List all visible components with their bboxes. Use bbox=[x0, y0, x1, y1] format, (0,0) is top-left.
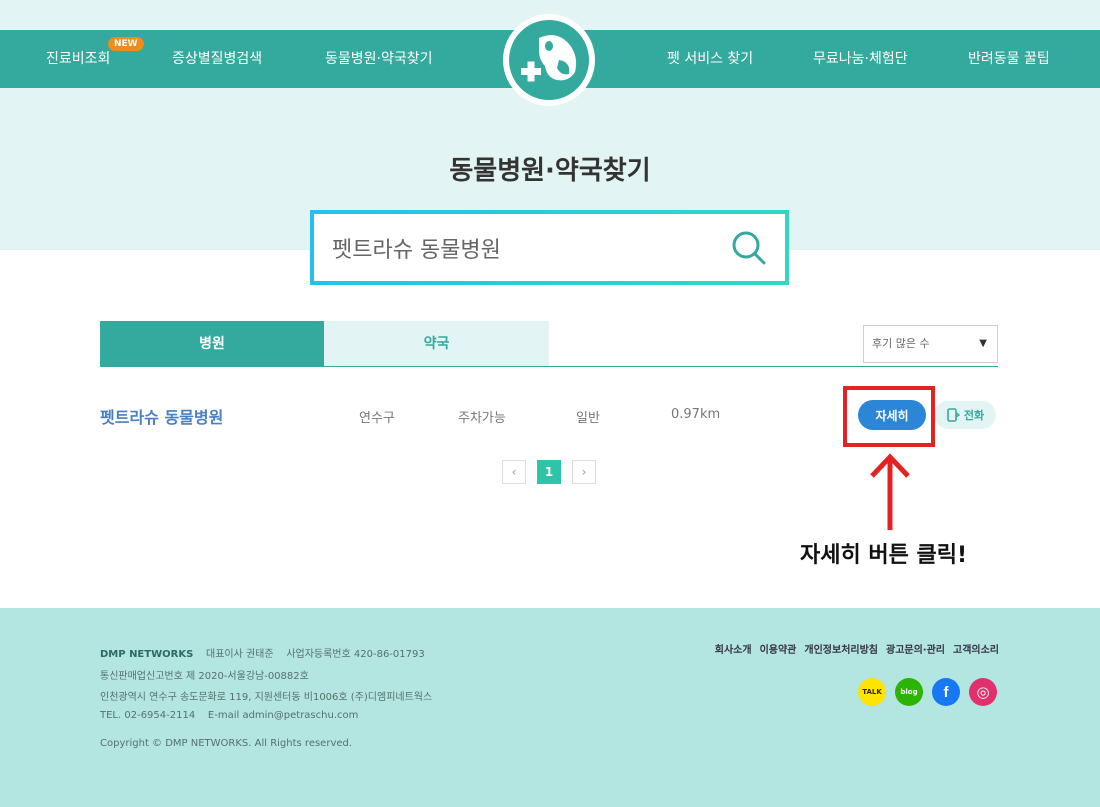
nav-item-pet-tips[interactable]: 반려동물 꿀팁 bbox=[968, 30, 1050, 88]
call-label: 전화 bbox=[963, 409, 985, 422]
search-box bbox=[310, 210, 789, 285]
result-type: 일반 bbox=[576, 411, 600, 426]
footer-links: 회사소개 이용약관 개인정보처리방침 광고문의·관리 고객의소리 bbox=[715, 641, 999, 656]
tab-underline bbox=[100, 366, 998, 367]
logo[interactable] bbox=[503, 14, 595, 106]
result-district: 연수구 bbox=[359, 411, 395, 426]
footer-company-line: DMP NETWORKS 대표이사 권태준 사업자등록번호 420-86-017… bbox=[100, 645, 425, 660]
footer-link-about[interactable]: 회사소개 bbox=[715, 641, 752, 656]
pet-cross-logo-icon bbox=[521, 35, 577, 82]
footer: DMP NETWORKS 대표이사 권태준 사업자등록번호 420-86-017… bbox=[0, 608, 1100, 807]
arrow-up-icon bbox=[870, 453, 910, 530]
nav-item-symptom-search[interactable]: 증상별질병검색 bbox=[172, 30, 262, 88]
footer-link-ads[interactable]: 광고문의·관리 bbox=[886, 641, 945, 656]
nav-item-cost-lookup[interactable]: 진료비조회 NEW bbox=[46, 30, 144, 88]
footer-biz-no: 사업자등록번호 420-86-01793 bbox=[286, 649, 425, 660]
chevron-down-icon: ▼ bbox=[979, 338, 987, 349]
pagination-page[interactable]: 1 bbox=[537, 460, 561, 484]
page-title: 동물병원·약국찾기 bbox=[449, 156, 651, 186]
footer-contact: TEL. 02-6954-2114 E-mail admin@petraschu… bbox=[100, 710, 359, 721]
call-button[interactable]: 전화 bbox=[934, 401, 996, 429]
result-name[interactable]: 펫트라슈 동물병원 bbox=[100, 404, 223, 428]
facebook-icon[interactable]: f bbox=[932, 678, 960, 706]
footer-telecom: 통신판매업신고번호 제 2020-서울강남-00882호 bbox=[100, 671, 309, 682]
search-inner bbox=[314, 214, 785, 281]
result-parking: 주차가능 bbox=[458, 411, 506, 426]
pagination-prev[interactable]: ‹ bbox=[502, 460, 526, 484]
sort-select[interactable]: 후기 많은 수 ▼ bbox=[863, 325, 998, 363]
highlight-box bbox=[843, 386, 935, 447]
annotation-text: 자세히 버튼 클릭! bbox=[800, 543, 968, 568]
footer-link-privacy[interactable]: 개인정보처리방침 bbox=[804, 641, 878, 656]
footer-ceo: 대표이사 권태준 bbox=[206, 649, 274, 660]
footer-address: 인천광역시 연수구 송도문화로 119, 지원센터동 비1006호 (주)디엠피… bbox=[100, 692, 433, 703]
blog-icon[interactable]: blog bbox=[895, 678, 923, 706]
tab-hospital[interactable]: 병원 bbox=[100, 321, 324, 367]
nav-item-hospital-pharmacy[interactable]: 동물병원·약국찾기 bbox=[325, 30, 433, 88]
instagram-icon[interactable]: ◎ bbox=[969, 678, 997, 706]
nav-item-free-sharing[interactable]: 무료나눔·체험단 bbox=[813, 30, 908, 88]
search-icon[interactable] bbox=[731, 230, 767, 266]
pagination-next[interactable]: › bbox=[572, 460, 596, 484]
nav-item-pet-services[interactable]: 펫 서비스 찾기 bbox=[667, 30, 753, 88]
phone-icon bbox=[947, 408, 960, 422]
tab-pharmacy[interactable]: 약국 bbox=[324, 321, 549, 367]
footer-company: DMP NETWORKS bbox=[100, 649, 194, 660]
kakaotalk-icon[interactable]: TALK bbox=[858, 678, 886, 706]
footer-link-terms[interactable]: 이용약관 bbox=[760, 641, 797, 656]
footer-copyright: Copyright © DMP NETWORKS. All Rights res… bbox=[100, 738, 353, 749]
logo-badge bbox=[509, 20, 589, 100]
search-input[interactable] bbox=[332, 214, 712, 281]
footer-link-voice[interactable]: 고객의소리 bbox=[953, 641, 999, 656]
sort-selected-value: 후기 많은 수 bbox=[872, 337, 930, 350]
nav-label: 진료비조회 bbox=[46, 51, 111, 67]
new-badge: NEW bbox=[108, 37, 144, 51]
result-distance: 0.97km bbox=[671, 407, 721, 422]
